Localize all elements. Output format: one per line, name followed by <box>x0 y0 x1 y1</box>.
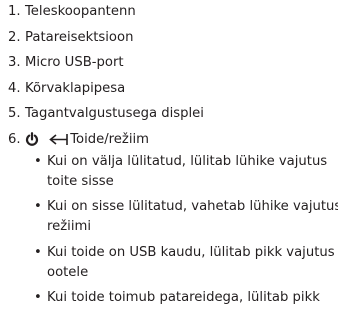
sub-list-item: • Kui toide on USB kaudu, lülitab pikk v… <box>0 243 338 283</box>
power-mode-sublist: • Kui on välja lülitatud, lülitab lühike… <box>0 152 338 313</box>
power-icon <box>25 131 39 146</box>
list-item: 5. Tagantvalgustusega displei <box>0 104 204 130</box>
mode-arrow-icon <box>49 133 69 145</box>
list-item: 4. Kõrvaklapipesa <box>0 79 204 105</box>
list-item: 1. Teleskoopantenn <box>0 2 204 28</box>
list-item-text: Kõrvaklapipesa <box>25 80 126 96</box>
bullet: • <box>34 244 42 260</box>
list-number: 4. <box>8 80 21 96</box>
list-item-text: Toide/režiim <box>70 131 150 147</box>
sub-list-item: • Kui on välja lülitatud, lülitab lühike… <box>0 152 338 192</box>
sub-list-item-text: Kui toide on USB kaudu, lülitab pikk vaj… <box>47 244 335 280</box>
list-item: 2. Patareisektsioon <box>0 28 204 54</box>
list-number: 6. <box>8 131 21 147</box>
list-number: 1. <box>8 4 21 19</box>
sub-list-item-text: Kui on sisse lülitatud, vahetab lühike v… <box>47 199 338 235</box>
sub-list-item-text: Kui toide toimub patareidega, lülitab pi… <box>47 289 320 305</box>
sub-list-item-text: Kui on välja lülitatud, lülitab lühike v… <box>47 154 328 189</box>
bullet: • <box>34 289 42 305</box>
list-item-text: Patareisektsioon <box>25 29 134 45</box>
list-number: 2. <box>8 29 21 45</box>
list-number: 3. <box>8 55 21 70</box>
list-item-text: Tagantvalgustusega displei <box>25 106 204 121</box>
sub-list-item: • Kui on sisse lülitatud, vahetab lühike… <box>0 197 338 237</box>
bullet: • <box>34 199 42 215</box>
bullet: • <box>34 154 42 169</box>
power-mode-icons <box>25 131 69 152</box>
sub-list-item: • Kui toide toimub patareidega, lülitab … <box>0 288 338 308</box>
list-item-text: Micro USB-port <box>25 55 124 70</box>
numbered-list: 1. Teleskoopantenn 2. Patareisektsioon 3… <box>0 0 204 153</box>
list-number: 5. <box>8 106 21 121</box>
list-item-text: Teleskoopantenn <box>25 4 136 19</box>
list-item: 3. Micro USB-port <box>0 53 204 79</box>
